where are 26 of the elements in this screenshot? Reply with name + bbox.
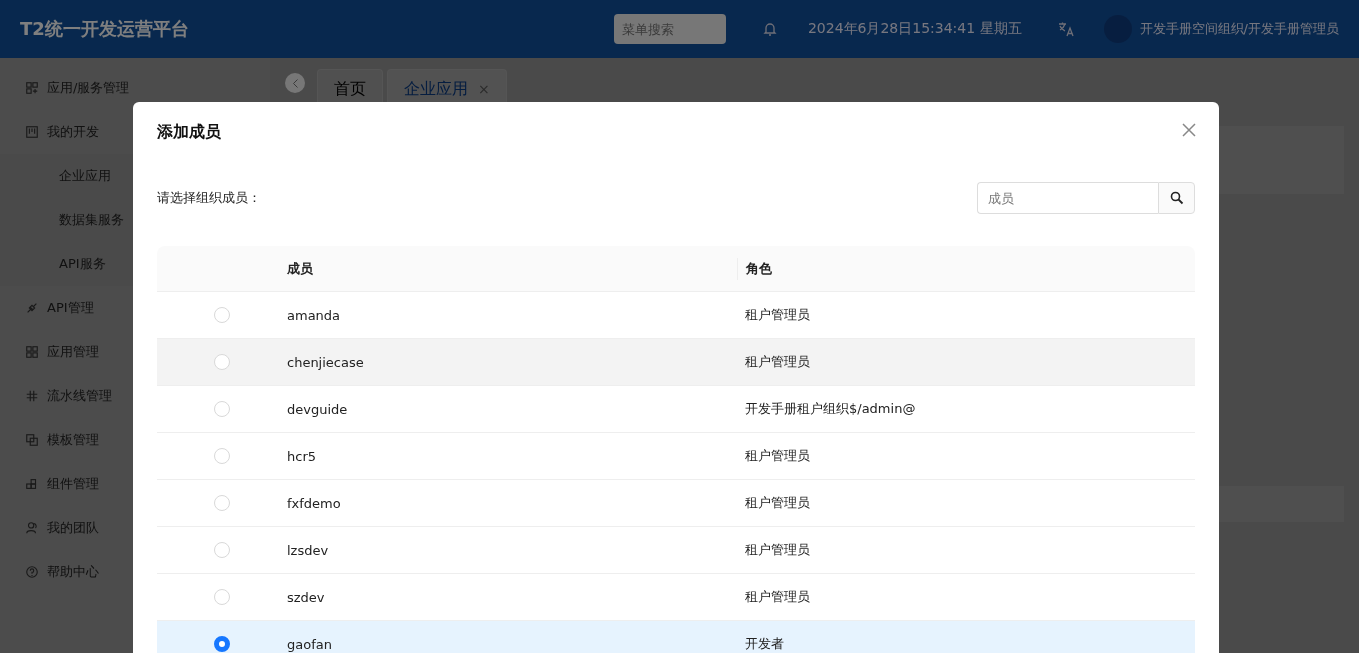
- table-cell-text: 开发手册租户组织$/admin@: [744, 400, 916, 418]
- table-cell-text: 租户管理员: [744, 588, 810, 606]
- table-cell: gaofan: [287, 636, 332, 652]
- tab-label: 首页: [334, 78, 366, 100]
- column-header: 角色: [737, 257, 1195, 280]
- column-header: 成员: [287, 259, 313, 278]
- table-cell-text: 租户管理员: [744, 541, 810, 559]
- sidebar-label: 我的开发: [47, 123, 99, 141]
- sidebar-label: 我的团队: [47, 519, 99, 537]
- app-title: T2统一开发运营平台: [20, 17, 189, 41]
- table-cell: hcr5: [287, 448, 316, 464]
- table-cell: chenjiecase: [287, 354, 364, 370]
- table-cell-text: 租户管理员: [744, 306, 810, 324]
- table-cell-text: 租户管理员: [744, 494, 810, 512]
- prompt-label: 请选择组织成员：: [157, 189, 261, 207]
- table-cell-text: 租户管理员: [744, 447, 810, 465]
- table-cell: amanda: [287, 307, 341, 323]
- table-cell: szdev: [287, 589, 325, 605]
- tab-label: 企业应用: [404, 78, 468, 100]
- table-cell: fxfdemo: [287, 495, 341, 511]
- table-cell: lzsdev: [287, 542, 329, 558]
- table-cell: devguide: [287, 401, 348, 417]
- dialog-title: 添加成员: [157, 122, 221, 143]
- datetime: 2024年6月28日15:34:41 星期五: [807, 20, 1022, 38]
- table-cell-text: 租户管理员: [744, 353, 810, 371]
- table-cell-text: 开发者: [744, 635, 784, 653]
